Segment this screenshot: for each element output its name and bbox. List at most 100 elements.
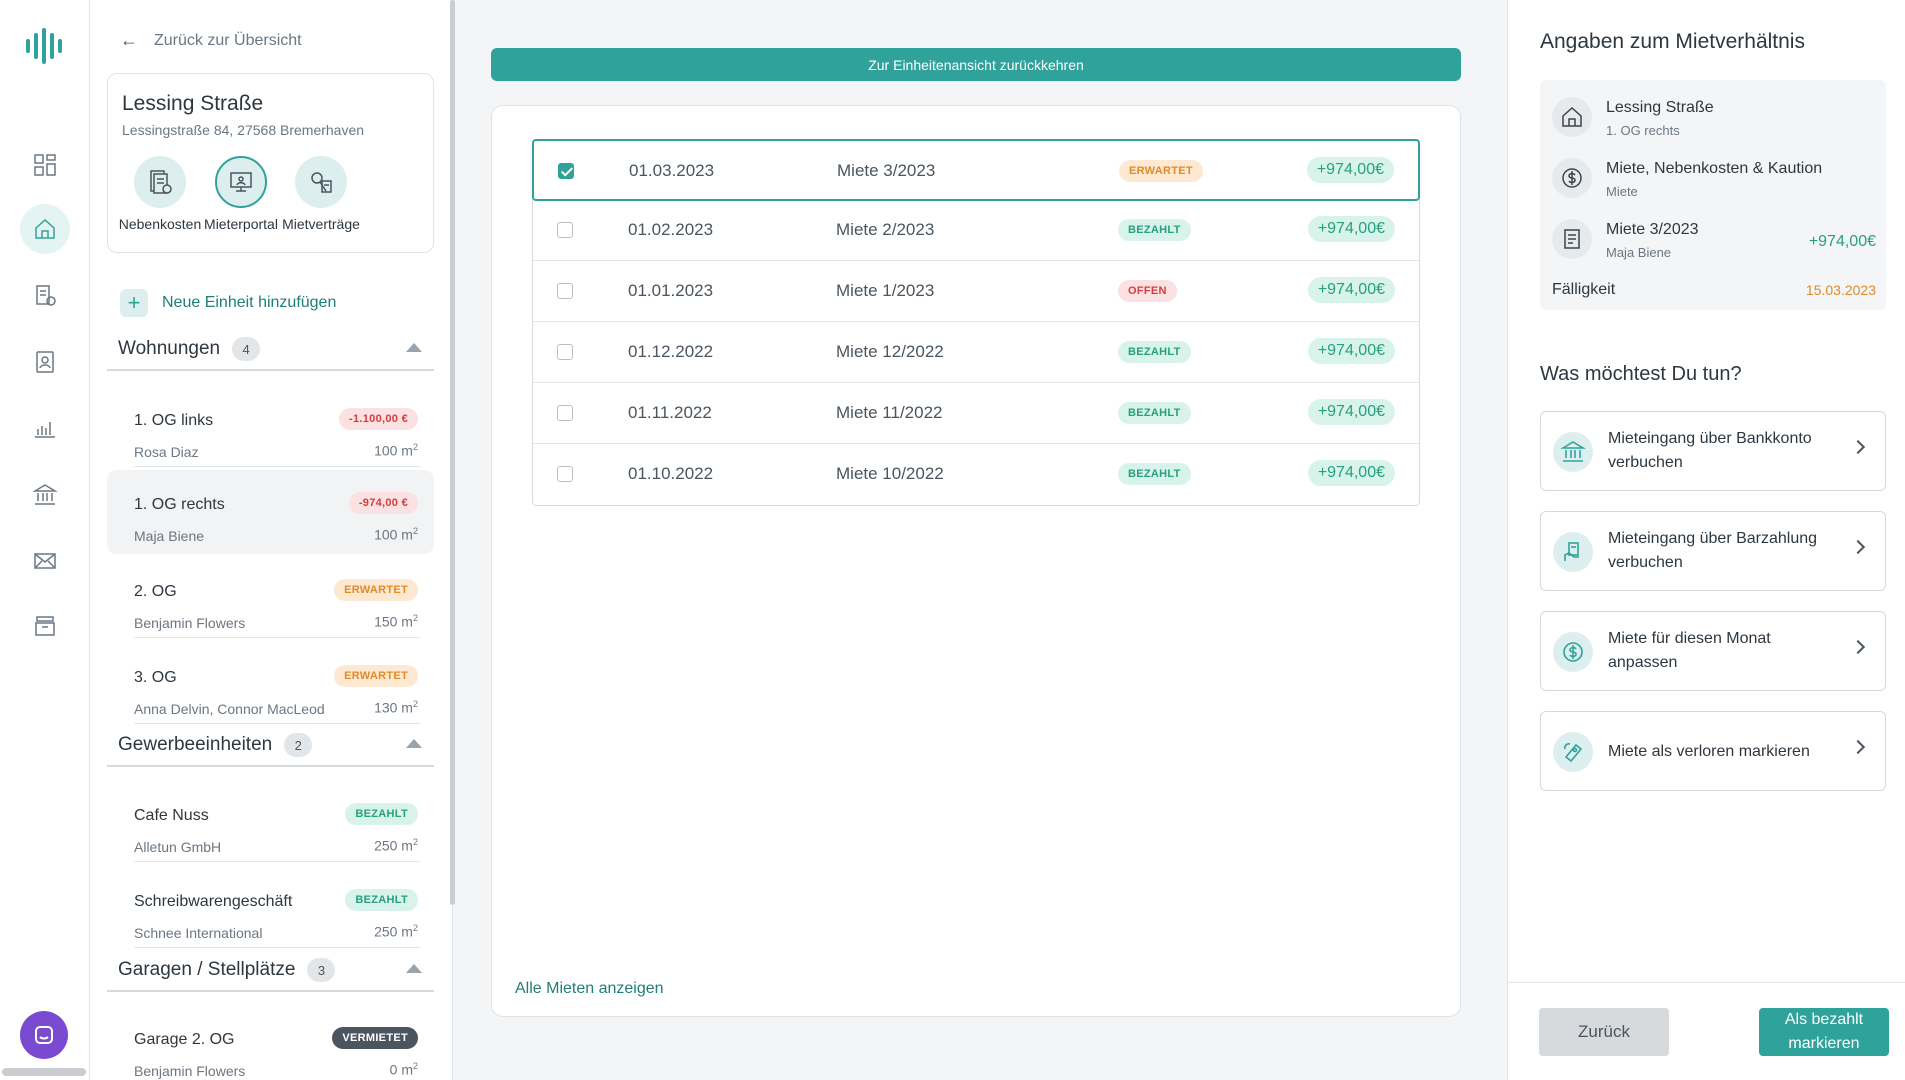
unit-item[interactable]: Cafe Nuss BEZAHLT Alletun GmbH 250 m2 [107, 783, 434, 867]
unit-item-active[interactable]: 1. OG rechts -974,00 € Maja Biene 100 m2 [107, 470, 434, 554]
divider [134, 637, 420, 638]
rent-date: 01.12.2022 [628, 342, 714, 361]
details-panel: Angaben zum Mietverhältnis Lessing Straß… [1507, 0, 1905, 1080]
group-name: Garagen / Stellplätze [118, 959, 296, 980]
tenant-name: Alletun GmbH [134, 839, 222, 855]
unit-name: Schreibwarengeschäft [134, 893, 293, 910]
unit-item[interactable]: 1. OG links -1.100,00 € Rosa Diaz 100 m2 [107, 388, 434, 472]
mail-icon[interactable] [20, 536, 70, 586]
back-button[interactable]: Zurück [1539, 1008, 1669, 1056]
mark-paid-button[interactable]: Als bezahlt markieren [1759, 1008, 1889, 1056]
chevron-right-icon [1850, 639, 1866, 655]
rent-row[interactable]: 01.02.2023 Miete 2/2023 BEZAHLT +974,00€ [533, 200, 1419, 261]
rent-name: Miete 12/2022 [836, 342, 944, 361]
group-header-gewerbe[interactable]: Gewerbeeinheiten 2 [107, 725, 434, 767]
quick-action-label: Mietverträge [282, 216, 360, 232]
back-to-units-banner[interactable]: Zur Einheitenansicht zurückkehren [491, 48, 1461, 81]
rent-row-selected[interactable]: 01.03.2023 Miete 3/2023 ERWARTET +974,00… [532, 139, 1420, 201]
due-value: 15.03.2023 [1805, 282, 1876, 298]
unit-item[interactable]: Garage 2. OG VERMIETET Benjamin Flowers … [107, 1007, 434, 1080]
back-to-overview-link[interactable]: ← Zurück zur Übersicht [120, 30, 302, 51]
chat-icon[interactable] [20, 1011, 68, 1059]
row-checkbox[interactable] [557, 466, 573, 482]
property-address: Lessingstraße 84, 27568 Bremerhaven [122, 122, 365, 138]
back-to-overview-label: Zurück zur Übersicht [154, 31, 302, 49]
action-label: Miete als verloren markieren [1608, 743, 1810, 760]
action-cash-payment[interactable]: Mieteingang über Barzahlung verbuchen [1540, 511, 1886, 591]
action-mark-lost[interactable]: Miete als verloren markieren [1540, 711, 1886, 791]
action-label: Mieteingang über Bankkonto verbuchen [1608, 430, 1812, 471]
status-badge: ERWARTET [334, 579, 418, 601]
info-rent: Miete 3/2023 Maja Biene +974,00€ [1552, 213, 1876, 263]
group-count-badge: 2 [284, 733, 313, 757]
bank-icon [1553, 432, 1593, 472]
add-unit-button[interactable]: + Neue Einheit hinzufügen [120, 289, 336, 317]
group-count-badge: 3 [307, 958, 336, 982]
rent-name: Miete 10/2022 [836, 464, 944, 483]
collapse-caret-icon[interactable] [406, 739, 422, 748]
monitor-icon [215, 156, 267, 208]
divider [134, 947, 420, 948]
row-checkbox[interactable] [557, 222, 573, 238]
info-unit-title: Lessing Straße [1606, 99, 1714, 116]
action-label: Mieteingang über Barzahlung verbuchen [1608, 530, 1818, 571]
bank-icon[interactable] [20, 470, 70, 520]
balance-badge: -1.100,00 € [339, 408, 418, 430]
contacts-icon[interactable] [20, 337, 70, 387]
rent-name: Miete 11/2022 [836, 403, 943, 422]
rent-date: 01.11.2022 [628, 403, 712, 422]
info-unit: Lessing Straße 1. OG rechts [1552, 91, 1876, 141]
home-icon [1552, 97, 1592, 137]
document-icon [1552, 219, 1592, 259]
group-header-wohnungen[interactable]: Wohnungen 4 [107, 329, 434, 371]
unit-name: 2. OG [134, 583, 177, 600]
info-type-title: Miete, Nebenkosten & Kaution [1606, 160, 1823, 177]
tenant-name: Benjamin Flowers [134, 1063, 246, 1079]
bills-icon[interactable] [20, 271, 70, 321]
quick-action-mietvertraege[interactable]: Mietverträge [271, 156, 371, 232]
collapse-caret-icon[interactable] [406, 964, 422, 973]
ticket-icon [1553, 732, 1593, 772]
divider [134, 861, 420, 862]
rent-list-card: 01.03.2023 Miete 3/2023 ERWARTET +974,00… [491, 105, 1461, 1017]
unit-item[interactable]: 3. OG ERWARTET Anna Delvin, Connor MacLe… [107, 645, 434, 729]
group-name: Gewerbeeinheiten [118, 734, 273, 755]
rent-table: 01.03.2023 Miete 3/2023 ERWARTET +974,00… [532, 139, 1420, 506]
chart-icon[interactable] [20, 403, 70, 453]
rent-date: 01.02.2023 [628, 220, 714, 239]
rent-row[interactable]: 01.01.2023 Miete 1/2023 OFFEN +974,00€ [533, 261, 1419, 322]
row-checkbox[interactable] [558, 163, 574, 179]
unit-name: 1. OG rechts [134, 496, 225, 513]
unit-area: 100 m2 [374, 526, 418, 543]
archive-icon[interactable] [20, 601, 70, 651]
sidebar-scrollbar[interactable] [450, 0, 455, 905]
rent-amount: +974,00€ [1307, 277, 1395, 303]
group-name: Wohnungen [118, 338, 221, 359]
unit-item[interactable]: Schreibwarengeschäft BEZAHLT Schnee Inte… [107, 869, 434, 953]
tenant-name: Maja Biene [134, 528, 205, 544]
chevron-right-icon [1850, 439, 1866, 455]
chevron-right-icon [1850, 539, 1866, 555]
show-all-rents-link[interactable]: Alle Mieten anzeigen [515, 980, 664, 998]
rent-row[interactable]: 01.11.2022 Miete 11/2022 BEZAHLT +974,00… [533, 383, 1419, 444]
collapse-caret-icon[interactable] [406, 343, 422, 352]
home-icon[interactable] [20, 204, 70, 254]
action-bank-transfer[interactable]: Mieteingang über Bankkonto verbuchen [1540, 411, 1886, 491]
horizontal-scrollbar[interactable] [2, 1068, 86, 1076]
balance-badge: -974,00 € [348, 492, 418, 514]
status-badge: BEZAHLT [345, 889, 418, 911]
row-checkbox[interactable] [557, 344, 573, 360]
rent-row[interactable]: 01.10.2022 Miete 10/2022 BEZAHLT +974,00… [533, 444, 1419, 505]
group-header-garagen[interactable]: Garagen / Stellplätze 3 [107, 950, 434, 992]
rent-row[interactable]: 01.12.2022 Miete 12/2022 BEZAHLT +974,00… [533, 322, 1419, 383]
info-type-sub: Miete [1606, 184, 1638, 199]
status-badge: OFFEN [1118, 280, 1177, 302]
row-checkbox[interactable] [557, 283, 573, 299]
status-badge: ERWARTET [334, 665, 418, 687]
logo-icon[interactable] [26, 28, 64, 64]
dashboard-icon[interactable] [20, 140, 70, 190]
unit-area: 130 m2 [374, 699, 418, 716]
action-adjust-rent[interactable]: Miete für diesen Monat anpassen [1540, 611, 1886, 691]
unit-item[interactable]: 2. OG ERWARTET Benjamin Flowers 150 m2 [107, 559, 434, 643]
row-checkbox[interactable] [557, 405, 573, 421]
